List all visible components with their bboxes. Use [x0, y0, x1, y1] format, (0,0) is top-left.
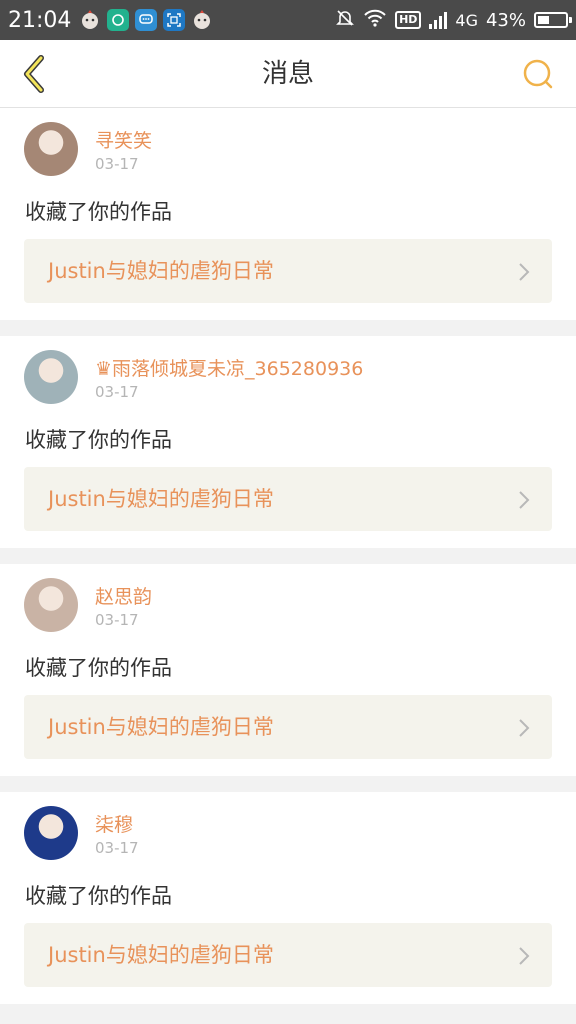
avatar[interactable] [24, 350, 78, 404]
avatar[interactable] [24, 578, 78, 632]
avatar[interactable] [24, 806, 78, 860]
message-card: 寻笑笑 03-17 收藏了你的作品 Justin与媳妇的虐狗日常 [0, 108, 576, 320]
message-card: 赵思韵 03-17 收藏了你的作品 Justin与媳妇的虐狗日常 [0, 564, 576, 776]
hd-badge: HD [395, 11, 422, 29]
chicken-app-icon-2 [191, 9, 213, 31]
back-button[interactable] [14, 54, 54, 94]
page-title: 消息 [261, 59, 314, 89]
search-button[interactable] [520, 56, 556, 92]
work-title: Justin与媳妇的虐狗日常 [48, 943, 274, 967]
chevron-right-icon [519, 263, 530, 281]
mute-bell-icon [335, 8, 355, 33]
status-time: 21:04 [8, 7, 72, 33]
username[interactable]: ♛雨落倾城夏未凉_365280936 [95, 354, 363, 381]
username[interactable]: 柒穆 [95, 810, 133, 837]
work-title: Justin与媳妇的虐狗日常 [48, 259, 274, 283]
work-link[interactable]: Justin与媳妇的虐狗日常 [24, 239, 552, 303]
chicken-app-icon [79, 9, 101, 31]
message-date: 03-17 [95, 383, 139, 401]
chevron-left-icon [24, 55, 44, 93]
action-text: 收藏了你的作品 [25, 200, 172, 224]
message-card: ♛雨落倾城夏未凉_365280936 03-17 收藏了你的作品 Justin与… [0, 336, 576, 548]
chat-app-icon [135, 9, 158, 31]
work-title: Justin与媳妇的虐狗日常 [48, 715, 274, 739]
chevron-right-icon [519, 947, 530, 965]
network-type: 4G [455, 10, 478, 30]
scan-app-icon [163, 9, 186, 31]
work-link[interactable]: Justin与媳妇的虐狗日常 [24, 695, 552, 759]
message-list: 寻笑笑 03-17 收藏了你的作品 Justin与媳妇的虐狗日常 ♛雨落倾城夏未… [0, 108, 576, 1020]
work-link[interactable]: Justin与媳妇的虐狗日常 [24, 467, 552, 531]
message-date: 03-17 [95, 155, 139, 173]
action-text: 收藏了你的作品 [25, 428, 172, 452]
green-app-icon [107, 9, 130, 31]
wifi-icon [363, 9, 387, 32]
username[interactable]: 赵思韵 [95, 582, 152, 609]
action-text: 收藏了你的作品 [25, 656, 172, 680]
chevron-right-icon [519, 491, 530, 509]
signal-icon [429, 11, 448, 29]
message-date: 03-17 [95, 839, 139, 857]
chevron-right-icon [519, 719, 530, 737]
username[interactable]: 寻笑笑 [95, 126, 152, 153]
work-link[interactable]: Justin与媳妇的虐狗日常 [24, 923, 552, 987]
search-icon [523, 59, 553, 89]
message-date: 03-17 [95, 611, 139, 629]
battery-icon [534, 12, 572, 28]
action-text: 收藏了你的作品 [25, 884, 172, 908]
message-card: 柒穆 03-17 收藏了你的作品 Justin与媳妇的虐狗日常 [0, 792, 576, 1004]
status-bar: 21:04 HD 4G 43% [0, 0, 576, 40]
battery-percent: 43% [485, 9, 526, 31]
top-navbar: 消息 [0, 40, 576, 108]
work-title: Justin与媳妇的虐狗日常 [48, 487, 274, 511]
avatar[interactable] [24, 122, 78, 176]
